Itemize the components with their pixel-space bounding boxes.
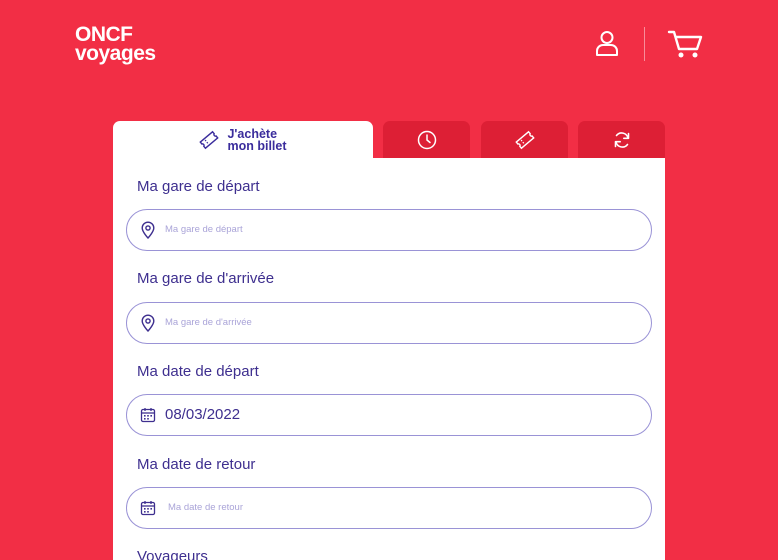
logo-line-2: voyages	[75, 42, 156, 65]
location-pin-icon	[141, 314, 155, 332]
tab-buy-ticket-label: J'achète mon billet	[227, 126, 287, 153]
header-divider	[644, 27, 645, 61]
tab-buy-ticket[interactable]: J'achète mon billet	[113, 121, 373, 159]
return-date-input[interactable]: Ma date de retour	[126, 487, 652, 529]
ticket-icon	[514, 130, 535, 149]
account-button[interactable]	[592, 29, 622, 59]
tab-schedules[interactable]	[383, 121, 470, 158]
travelers-label: Voyageurs	[137, 548, 208, 560]
refresh-icon	[614, 131, 629, 148]
return-date-placeholder: Ma date de retour	[168, 502, 243, 513]
departure-date-input[interactable]: 08/03/2022	[126, 394, 652, 436]
ticket-icon	[199, 130, 220, 150]
location-pin-icon	[141, 221, 155, 239]
header-actions	[590, 27, 710, 61]
calendar-icon	[140, 408, 156, 423]
cart-button[interactable]	[666, 27, 704, 61]
arrival-station-input[interactable]: Ma gare de d'arrivée	[126, 302, 652, 344]
tab-exchange[interactable]	[578, 121, 665, 158]
departure-date-value: 08/03/2022	[165, 406, 241, 423]
clock-icon	[417, 130, 436, 149]
departure-station-label: Ma gare de départ	[137, 178, 260, 195]
arrival-station-placeholder: Ma gare de d'arrivée	[165, 317, 252, 328]
departure-station-placeholder: Ma gare de départ	[165, 224, 243, 235]
oncf-voyages-logo[interactable]: ONCF voyages	[75, 24, 156, 64]
user-icon	[596, 31, 618, 56]
departure-station-input[interactable]: Ma gare de départ	[126, 209, 652, 251]
tab-tickets[interactable]	[481, 121, 568, 158]
departure-date-label: Ma date de départ	[137, 363, 259, 380]
cart-icon	[667, 30, 703, 58]
return-date-label: Ma date de retour	[137, 456, 256, 473]
calendar-icon	[140, 501, 156, 516]
arrival-station-label: Ma gare de d'arrivée	[137, 270, 275, 287]
